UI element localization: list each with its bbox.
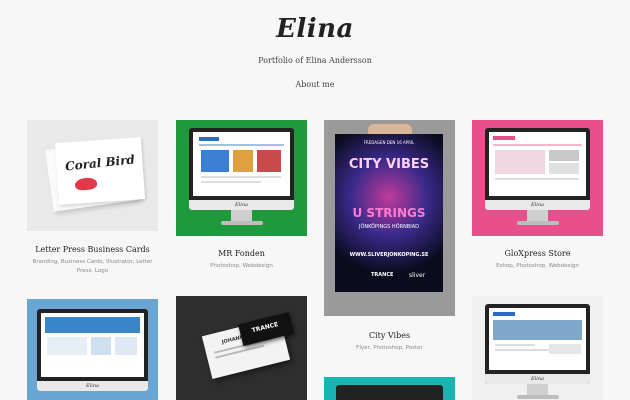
monitor-mockup: Elina [485, 304, 590, 400]
portfolio-item-6[interactable]: JOHANNA HA... TRANCE [176, 296, 307, 400]
poster-band: U STRINGS [352, 206, 426, 220]
poster-url: WWW.SLIVERJONKOPING.SE [349, 252, 429, 258]
portfolio-tags: Eshop, Photoshop, Webdesign [496, 263, 579, 269]
site-logo[interactable]: Elina [0, 14, 630, 44]
portfolio-thumb-7[interactable] [324, 377, 455, 400]
portfolio-thumb-6[interactable]: JOHANNA HA... TRANCE [176, 296, 307, 400]
poster-sponsor-2: sliver [409, 272, 426, 279]
monitor-mockup: Elina [189, 128, 294, 228]
portfolio-item-8[interactable]: Elina [472, 296, 603, 400]
portfolio-item-letter-press[interactable]: Coral Bird Letter Press Business Cards B… [27, 120, 158, 280]
monitor-label: Elina [485, 200, 590, 210]
monitor-label: Elina [189, 200, 294, 210]
portfolio-title[interactable]: City Vibes [324, 331, 455, 340]
portfolio-thumb-mr-fonden[interactable]: Elina [176, 120, 307, 236]
monitor-label: Elina [485, 374, 590, 384]
portfolio-thumb-gloxpress[interactable]: Elina [472, 120, 603, 236]
portfolio-item-city-vibes[interactable]: FREDAGEN DEN 16 APRIL CITY VIBES U STRIN… [324, 120, 455, 355]
about-link[interactable]: About me [296, 80, 335, 89]
portfolio-item-5[interactable]: Elina [27, 299, 158, 400]
portfolio-title[interactable]: MR Fonden [176, 249, 307, 258]
site-subtitle: Portfolio of Elina Andersson [258, 56, 372, 65]
portfolio-item-7[interactable] [324, 377, 455, 400]
portfolio-thumb-letter-press[interactable]: Coral Bird [27, 120, 158, 231]
monitor-label: Elina [37, 381, 148, 391]
portfolio-thumb-5[interactable]: Elina [27, 299, 158, 400]
portfolio-thumb-8[interactable]: Elina [472, 296, 603, 400]
monitor-mockup: Elina [485, 128, 590, 228]
portfolio-tags: Branding, Business Cards, Illustrator, L… [32, 259, 153, 274]
monitor-mockup: Elina [37, 309, 148, 400]
poster-headline: CITY VIBES [348, 157, 430, 172]
portfolio-thumb-city-vibes[interactable]: FREDAGEN DEN 16 APRIL CITY VIBES U STRIN… [324, 120, 455, 316]
portfolio-tags: Photoshop, Webdesign [210, 263, 273, 269]
poster-sponsor-1: TRANCE [371, 272, 394, 278]
city-vibes-poster: FREDAGEN DEN 16 APRIL CITY VIBES U STRIN… [335, 134, 443, 292]
portfolio-title[interactable]: Letter Press Business Cards [27, 245, 158, 254]
portfolio-item-gloxpress[interactable]: Elina GloXpress Store Eshop, Photoshop, … [472, 120, 603, 280]
poster-venue: JÖNKÖPINGS HÖRNBIAD [358, 224, 420, 230]
portfolio-title[interactable]: GloXpress Store [472, 249, 603, 258]
portfolio-tags: Flyer, Photoshop, Poster [356, 345, 423, 351]
portfolio-item-mr-fonden[interactable]: Elina MR Fonden Photoshop, Webdesign [176, 120, 307, 280]
card-brand: TRANCE [251, 321, 279, 335]
nav-about[interactable]: About me [0, 80, 630, 89]
poster-date: FREDAGEN DEN 16 APRIL [363, 140, 415, 145]
